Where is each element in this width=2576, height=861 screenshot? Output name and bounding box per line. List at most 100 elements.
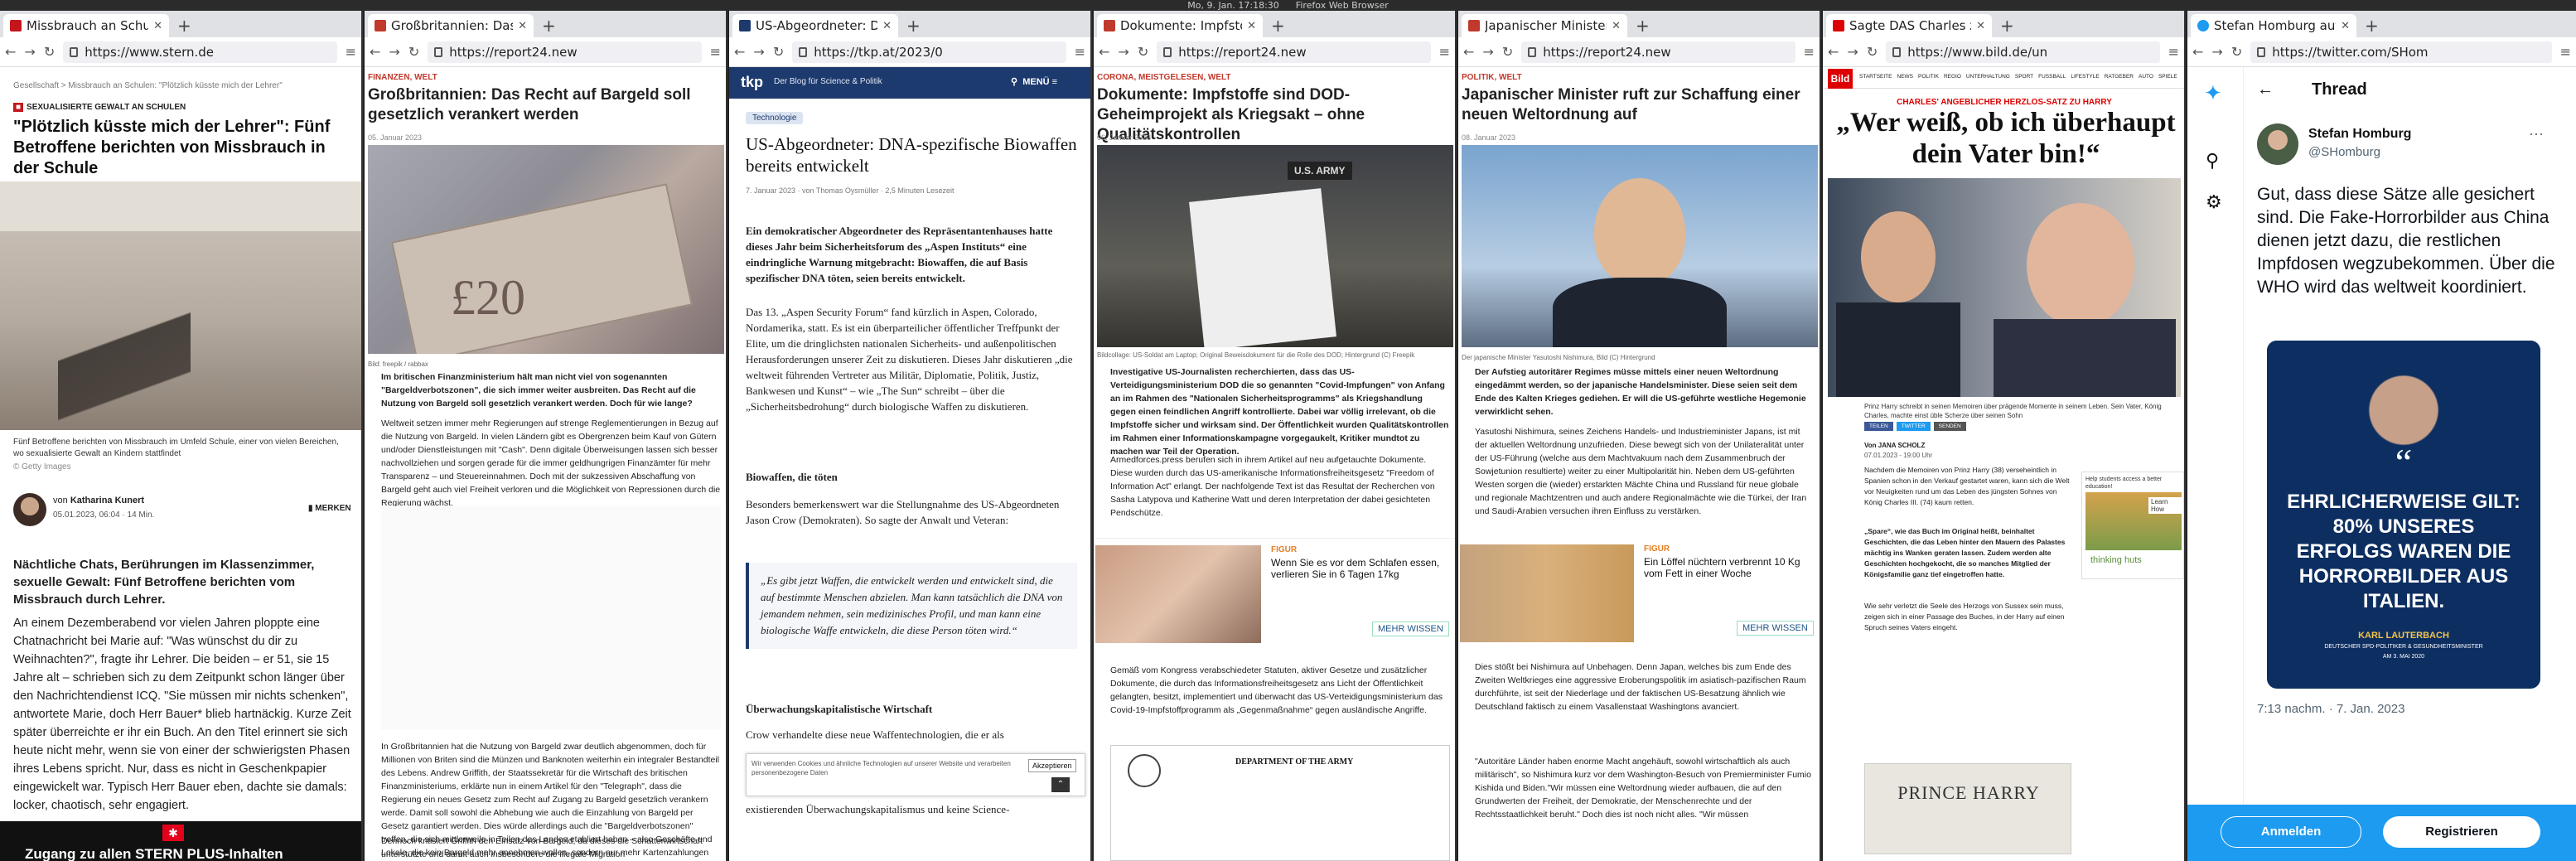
reload-icon[interactable]: ↻ (408, 44, 419, 60)
share-twitter-button[interactable]: TWITTER (1896, 422, 1931, 431)
back-icon[interactable]: ← (370, 44, 380, 60)
category-badge[interactable]: Technologie (746, 112, 804, 124)
close-tab-icon[interactable]: ✕ (1612, 20, 1621, 32)
display-name[interactable]: Stefan Homburg (2308, 127, 2411, 142)
more-icon[interactable]: ··· (2529, 125, 2544, 143)
menu-icon[interactable]: ≡ (710, 44, 721, 60)
url-bar[interactable]: https://www.bild.de/un (1886, 41, 2160, 63)
author-line[interactable]: von Katharina Kunert (53, 493, 144, 508)
back-icon[interactable]: ← (734, 44, 745, 60)
back-icon[interactable]: ← (1099, 44, 1109, 60)
native-ad[interactable]: FIGUR Ein Löffel nüchtern verbrennt 10 K… (1460, 538, 1820, 646)
bild-nav-item[interactable]: SPIELE (2158, 74, 2177, 80)
reload-icon[interactable]: ↻ (1867, 44, 1878, 60)
browser-tab[interactable]: US-Abgeordneter: DNA-s✕ (732, 14, 898, 37)
back-icon[interactable]: ← (1828, 44, 1839, 60)
browser-tab[interactable]: Stefan Homburg auf Tw✕ (2191, 14, 2356, 37)
url-bar[interactable]: https://twitter.com/SHom (2250, 41, 2552, 63)
url-bar[interactable]: https://report24.new (428, 41, 702, 63)
close-tab-icon[interactable]: ✕ (2341, 20, 2350, 32)
url-bar[interactable]: https://report24.new (1157, 41, 1431, 63)
forward-icon[interactable]: → (753, 44, 764, 60)
back-icon[interactable]: ← (2192, 44, 2203, 60)
forward-icon[interactable]: → (24, 44, 35, 60)
menu-icon[interactable]: ≡ (346, 44, 356, 60)
bottom-ad[interactable]: PRINCE HARRY (1864, 763, 2071, 854)
new-tab-button[interactable]: + (1627, 14, 1658, 37)
menu-button[interactable]: MENÜ (1022, 77, 1049, 87)
close-tab-icon[interactable]: ✕ (1247, 20, 1256, 32)
reload-icon[interactable]: ↻ (1138, 44, 1148, 60)
tweet-image-card[interactable]: “ EHRLICHERWEISE GILT: 80% UNSERES ERFOL… (2267, 341, 2540, 689)
bild-nav-item[interactable]: SPORT (2015, 74, 2033, 80)
bild-nav-item[interactable]: LIFESTYLE (2071, 74, 2099, 80)
reload-icon[interactable]: ↻ (1502, 44, 1513, 60)
bild-nav-item[interactable]: FUSSBALL (2038, 74, 2066, 80)
hamburger-icon[interactable]: ≡ (1052, 77, 1057, 87)
bild-nav-item[interactable]: STARTSEITE (1859, 74, 1892, 80)
reload-icon[interactable]: ↻ (2231, 44, 2242, 60)
new-tab-button[interactable]: + (534, 14, 564, 37)
handle[interactable]: @SHomburg (2308, 145, 2380, 159)
search-icon[interactable]: ⚲ (2206, 150, 2219, 172)
forward-icon[interactable]: → (389, 44, 399, 60)
url-bar[interactable]: https://report24.new (1521, 41, 1795, 63)
twitter-bird-icon[interactable]: ✦ (2204, 80, 2222, 106)
forward-icon[interactable]: → (1118, 44, 1129, 60)
reload-icon[interactable]: ↻ (773, 44, 784, 60)
breadcrumb[interactable]: Gesellschaft > Missbrauch an Schulen: "P… (13, 79, 353, 94)
menu-icon[interactable]: ≡ (1075, 44, 1085, 60)
browser-tab[interactable]: Missbrauch an Schulen:✕ (3, 14, 169, 37)
share-send-button[interactable]: SENDEN (1933, 422, 1966, 431)
url-bar[interactable]: https://tkp.at/2023/0 (792, 41, 1066, 63)
save-button[interactable]: ▮ MERKEN (308, 501, 351, 516)
bild-nav-item[interactable]: POLITIK (1918, 74, 1939, 80)
tweet-timestamp[interactable]: 7:13 nachm. · 7. Jan. 2023 (2257, 702, 2404, 716)
login-button[interactable]: Anmelden (2221, 816, 2361, 848)
native-ad[interactable]: FIGUR Wenn Sie es vor dem Schlafen essen… (1095, 538, 1455, 646)
signup-button[interactable]: Registrieren (2383, 816, 2540, 848)
close-tab-icon[interactable]: ✕ (518, 20, 527, 32)
forward-icon[interactable]: → (1847, 44, 1858, 60)
avatar[interactable] (2257, 123, 2298, 165)
bild-logo[interactable]: Bild (1828, 69, 1853, 89)
ad-more-button[interactable]: MEHR WISSEN (1372, 622, 1449, 636)
menu-icon[interactable]: ≡ (1804, 44, 1815, 60)
plus-banner[interactable]: ✱ Zugang zu allen STERN PLUS-Inhalten (0, 821, 361, 861)
url-bar[interactable]: https://www.stern.de (63, 41, 337, 63)
kicker[interactable]: CORONA, MEISTGELESEN, WELT (1097, 70, 1230, 85)
menu-icon[interactable]: ≡ (2560, 44, 2571, 60)
browser-tab[interactable]: Sagte DAS Charles zu Pr✕ (1826, 14, 1992, 37)
settings-icon[interactable]: ⚙ (2206, 191, 2222, 213)
menu-icon[interactable]: ≡ (2168, 44, 2179, 60)
bild-nav-item[interactable]: UNTERHALTUNG (1966, 74, 2010, 80)
kicker[interactable]: FINANZEN, WELT (368, 70, 437, 85)
browser-tab[interactable]: Japanischer Minister ru✕ (1462, 14, 1627, 37)
back-icon[interactable]: ← (1463, 44, 1474, 60)
accept-cookies-button[interactable]: Akzeptieren (1028, 759, 1076, 772)
bild-nav-item[interactable]: RATGEBER (2105, 74, 2134, 80)
new-tab-button[interactable]: + (1263, 14, 1293, 37)
new-tab-button[interactable]: + (2356, 14, 2387, 37)
share-facebook-button[interactable]: TEILEN (1864, 422, 1893, 431)
bild-nav-item[interactable]: NEWS (1897, 74, 1914, 80)
kicker[interactable]: POLITIK, WELT (1462, 70, 1522, 85)
new-tab-button[interactable]: + (898, 14, 929, 37)
back-arrow-icon[interactable]: ← (2257, 80, 2274, 99)
side-ad[interactable]: Help students access a better education!… (2081, 472, 2184, 579)
forward-icon[interactable]: → (1482, 44, 1493, 60)
close-tab-icon[interactable]: ✕ (882, 20, 892, 32)
new-tab-button[interactable]: + (169, 14, 200, 37)
site-logo[interactable]: tkp (741, 74, 763, 91)
forward-icon[interactable]: → (2211, 44, 2222, 60)
ad-more-button[interactable]: MEHR WISSEN (1737, 621, 1814, 636)
browser-tab[interactable]: Großbritannien: Das Re✕ (368, 14, 534, 37)
new-tab-button[interactable]: + (1992, 14, 2023, 37)
close-tab-icon[interactable]: ✕ (1976, 20, 1985, 32)
menu-icon[interactable]: ≡ (1439, 44, 1450, 60)
back-icon[interactable]: ← (5, 44, 16, 60)
close-tab-icon[interactable]: ✕ (153, 20, 162, 32)
bild-nav-item[interactable]: REGIO (1944, 74, 1961, 80)
browser-tab[interactable]: Dokumente: Impfstoffe✕ (1097, 14, 1263, 37)
scroll-top-icon[interactable]: ⌃ (1051, 777, 1070, 792)
